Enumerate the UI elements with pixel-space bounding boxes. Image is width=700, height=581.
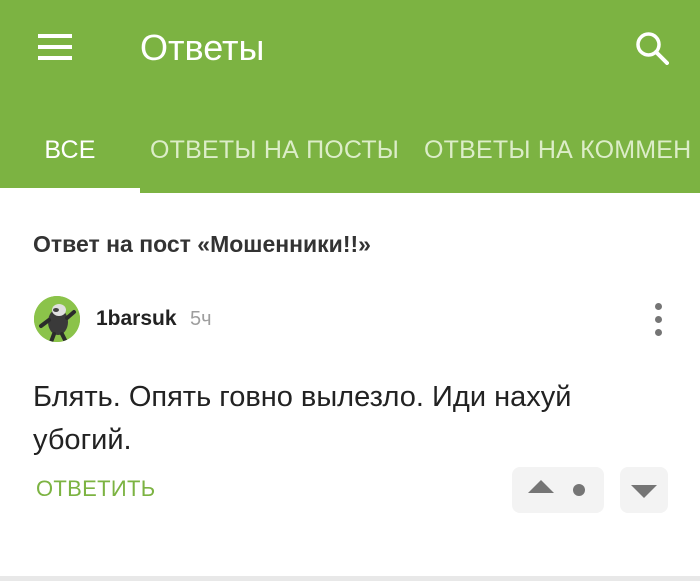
author-name[interactable]: 1barsuk bbox=[96, 307, 177, 331]
tab-post-replies[interactable]: ОТВЕТЫ НА ПОСТЫ bbox=[150, 108, 399, 193]
downvote-button[interactable] bbox=[620, 467, 668, 513]
more-vertical-icon-dot bbox=[654, 315, 662, 323]
avatar[interactable] bbox=[34, 296, 80, 342]
search-icon bbox=[636, 32, 669, 65]
menu-button[interactable] bbox=[28, 26, 82, 68]
arrow-down-icon bbox=[631, 485, 657, 498]
more-options-button[interactable] bbox=[646, 299, 670, 339]
timestamp: 5ч bbox=[190, 308, 212, 330]
tab-label: ВСЕ bbox=[44, 136, 96, 164]
tab-all[interactable]: ВСЕ bbox=[0, 108, 140, 193]
hamburger-menu-icon bbox=[38, 34, 72, 60]
comment-text: Блять. Опять говно вылезло. Иди нахуй уб… bbox=[33, 381, 572, 456]
reply-button[interactable]: ОТВЕТИТЬ bbox=[36, 476, 155, 502]
reply-card: Ответ на пост «Мошенники!!» 1barsuk 5ч Б… bbox=[0, 193, 700, 581]
upvote-button[interactable] bbox=[512, 467, 604, 513]
tab-bar: ВСЕ ОТВЕТЫ НА ПОСТЫ ОТВЕТЫ НА КОММЕН bbox=[0, 108, 700, 193]
app-bar: Ответы ВСЕ ОТВЕТЫ НА ПОСТЫ ОТВЕТЫ НА КОМ… bbox=[0, 0, 700, 193]
rating-dot bbox=[573, 484, 585, 496]
search-button[interactable] bbox=[626, 22, 678, 74]
tab-comment-replies[interactable]: ОТВЕТЫ НА КОММЕН bbox=[424, 108, 691, 193]
tab-label: ОТВЕТЫ НА ПОСТЫ bbox=[150, 136, 400, 164]
post-reference-link[interactable]: Ответ на пост «Мошенники!!» bbox=[33, 231, 371, 258]
tab-label: ОТВЕТЫ НА КОММЕН bbox=[424, 136, 692, 164]
avatar-image bbox=[34, 296, 80, 342]
divider bbox=[0, 576, 700, 581]
more-vertical-icon-dot bbox=[654, 328, 662, 336]
arrow-up-icon bbox=[528, 480, 554, 493]
page-title: Ответы bbox=[140, 27, 265, 68]
more-vertical-icon bbox=[654, 302, 662, 310]
